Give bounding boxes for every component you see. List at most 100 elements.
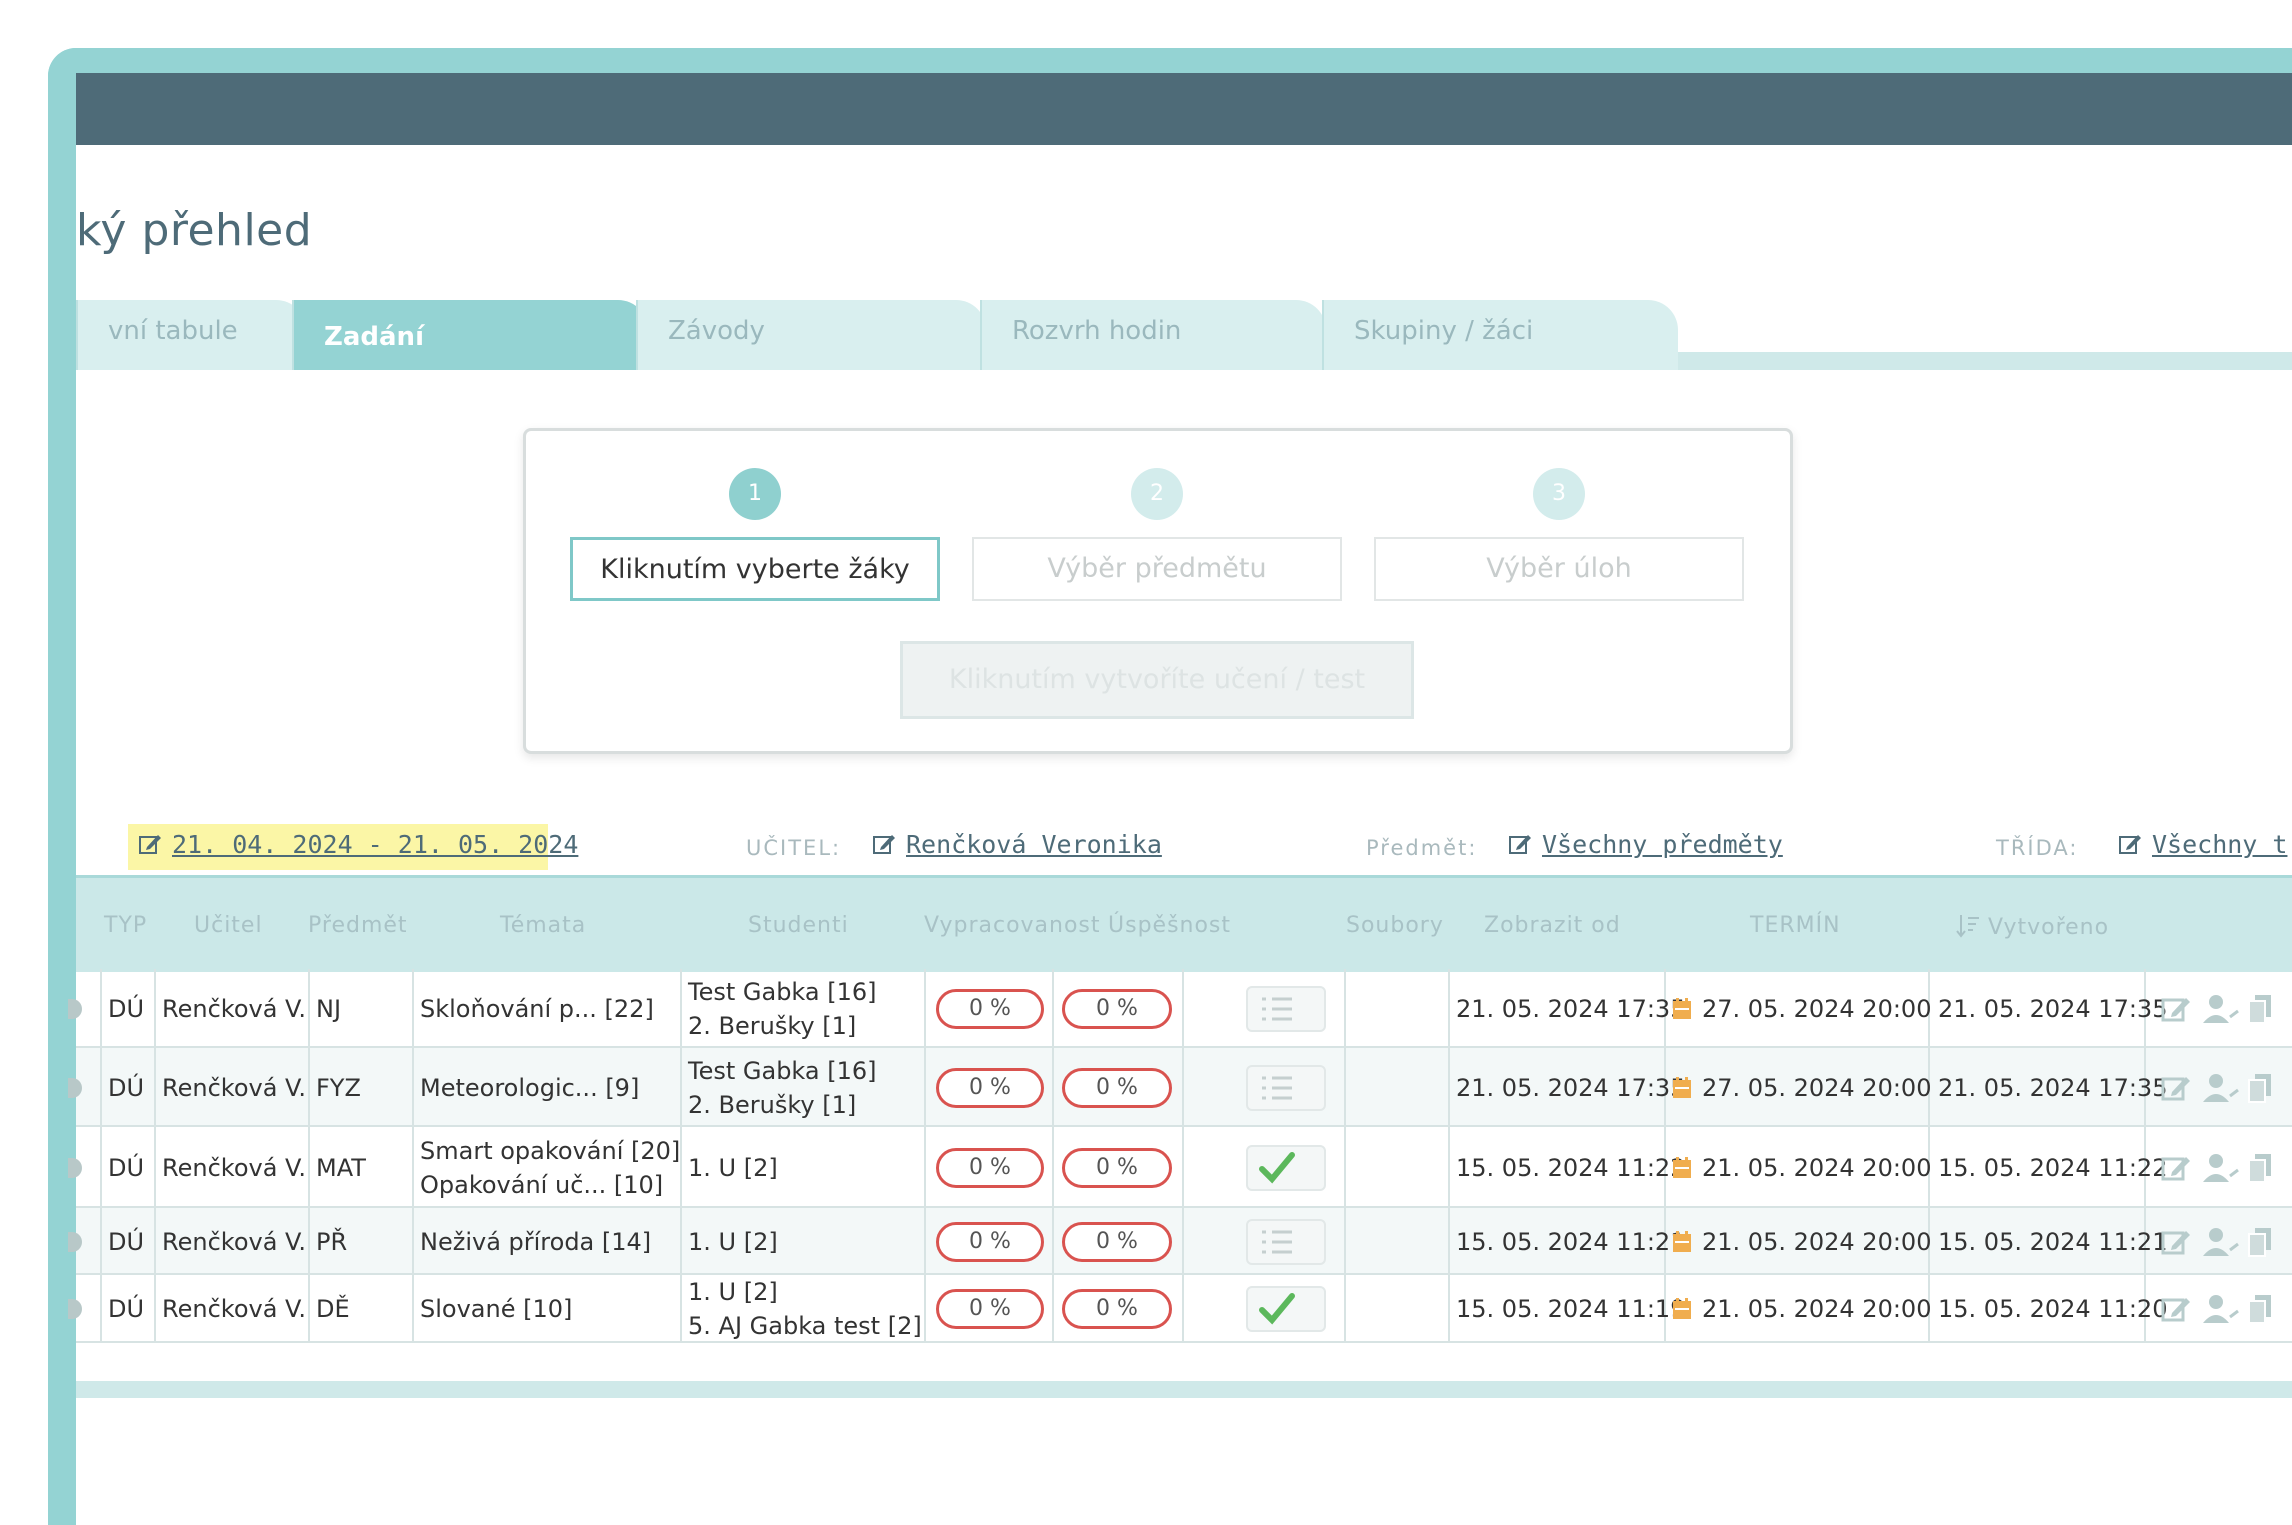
column-divider xyxy=(1344,969,1346,1048)
assign-user-icon[interactable] xyxy=(2200,1226,2240,1258)
column-divider xyxy=(1052,969,1054,1048)
column-divider xyxy=(924,1275,926,1343)
column-divider xyxy=(154,969,156,1048)
column-divider xyxy=(100,969,102,1048)
date-filter[interactable]: 21. 04. 2024 - 21. 05. 2024 xyxy=(138,830,578,859)
row-select-handle[interactable] xyxy=(68,1157,82,1178)
table-row[interactable]: DÚ Renčková V. PŘ Neživá příroda [14] 1. U [… xyxy=(68,1208,2292,1275)
tab-groups[interactable]: Skupiny / žáci xyxy=(1322,300,1678,370)
table-row[interactable]: DÚ Renčková V. DĚ Slované [10] 1. U [2] 5. AJ… xyxy=(68,1275,2292,1343)
header-students[interactable]: Studenti xyxy=(748,913,849,938)
cell-teacher: Renčková V. xyxy=(162,994,306,1023)
subject-filter[interactable]: Všechny předměty xyxy=(1508,830,1783,859)
copy-icon[interactable] xyxy=(2246,1072,2276,1104)
column-divider xyxy=(412,1208,414,1275)
row-actions xyxy=(2160,1293,2276,1331)
cell-deadline: 21. 05. 2024 20:00 xyxy=(1702,1227,1932,1256)
step-1-number: 1 xyxy=(729,468,781,520)
header-type[interactable]: TYP xyxy=(104,913,147,938)
subject-link[interactable]: Všechny předměty xyxy=(1542,830,1783,859)
header-completion[interactable]: Vypracovanost xyxy=(924,913,1101,938)
tab-dashboard[interactable]: vní tabule xyxy=(76,300,306,370)
completion-progress: 0 % xyxy=(936,1067,1044,1108)
select-tasks-button[interactable]: Výběr úloh xyxy=(1374,537,1744,601)
column-divider xyxy=(154,1208,156,1275)
calendar-icon xyxy=(1672,1230,1692,1260)
row-select-handle[interactable] xyxy=(68,1231,82,1252)
teacher-filter[interactable]: Renčková Veronika xyxy=(872,830,1162,859)
class-filter-label: TŘÍDA: xyxy=(1996,836,2079,860)
sort-icon xyxy=(1956,915,1979,938)
task-status-button[interactable] xyxy=(1246,1064,1326,1111)
row-select-handle[interactable] xyxy=(68,998,82,1019)
assign-user-icon[interactable] xyxy=(2200,993,2240,1025)
header-files[interactable]: Soubory xyxy=(1346,913,1444,938)
cell-show-from: 15. 05. 2024 11:22 xyxy=(1456,1153,1686,1182)
teacher-link[interactable]: Renčková Veronika xyxy=(906,830,1162,859)
cell-student-group: 2. Berušky [1] xyxy=(688,1090,857,1119)
select-students-button[interactable]: Kliknutím vyberte žáky xyxy=(570,537,940,601)
column-divider xyxy=(680,1048,682,1127)
header-show-from[interactable]: Zobrazit od xyxy=(1484,913,1621,938)
tab-timetable[interactable]: Rozvrh hodin xyxy=(980,300,1326,370)
edit-icon xyxy=(1509,835,1531,854)
header-subject[interactable]: Předmět xyxy=(308,913,408,938)
assign-user-icon[interactable] xyxy=(2200,1293,2240,1325)
column-divider xyxy=(412,1048,414,1127)
column-divider xyxy=(924,1127,926,1208)
tab-races[interactable]: Závody xyxy=(636,300,986,370)
class-filter[interactable]: Všechny t xyxy=(2118,830,2287,859)
edit-icon[interactable] xyxy=(2160,1226,2194,1258)
edit-icon[interactable] xyxy=(2160,1072,2194,1104)
assign-user-icon[interactable] xyxy=(2200,1072,2240,1104)
row-select-handle[interactable] xyxy=(68,1077,82,1098)
copy-icon[interactable] xyxy=(2246,1293,2276,1325)
header-topics[interactable]: Témata xyxy=(500,913,586,938)
cell-type: DÚ xyxy=(108,1227,145,1256)
create-test-button[interactable]: Kliknutím vytvoříte učení / test xyxy=(900,641,1414,719)
edit-icon[interactable] xyxy=(2160,1152,2194,1184)
cell-created: 21. 05. 2024 17:35 xyxy=(1938,994,2168,1023)
task-status-button[interactable] xyxy=(1246,1286,1326,1332)
column-divider xyxy=(308,1275,310,1343)
cell-topic: Neživá příroda [14] xyxy=(420,1227,652,1256)
select-subject-button[interactable]: Výběr předmětu xyxy=(972,537,1342,601)
list-icon xyxy=(1262,1230,1292,1253)
tab-assignments[interactable]: Zadání xyxy=(292,300,648,370)
row-select-handle[interactable] xyxy=(68,1299,82,1319)
list-icon xyxy=(1262,1076,1292,1099)
column-divider xyxy=(1052,1208,1054,1275)
header-created-label: Vytvořeno xyxy=(1988,915,2110,940)
assign-user-icon[interactable] xyxy=(2200,1152,2240,1184)
calendar-icon xyxy=(1672,1076,1692,1106)
success-progress: 0 % xyxy=(1062,1289,1172,1329)
cell-deadline: 27. 05. 2024 20:00 xyxy=(1702,1073,1932,1102)
cell-type: DÚ xyxy=(108,1153,145,1182)
task-status-button[interactable] xyxy=(1246,1218,1326,1265)
column-divider xyxy=(1182,1208,1184,1275)
column-divider xyxy=(1344,1275,1346,1343)
task-status-button[interactable] xyxy=(1246,985,1326,1032)
header-deadline[interactable]: TERMÍN xyxy=(1750,913,1841,938)
column-divider xyxy=(1182,1127,1184,1208)
completion-progress: 0 % xyxy=(936,988,1044,1029)
column-divider xyxy=(412,1127,414,1208)
row-actions xyxy=(2160,993,2276,1031)
table-row[interactable]: DÚ Renčková V. MAT Smart opakování [20] Opak… xyxy=(68,1127,2292,1208)
copy-icon[interactable] xyxy=(2246,993,2276,1025)
header-success[interactable]: Úspěšnost xyxy=(1108,913,1231,938)
copy-icon[interactable] xyxy=(2246,1226,2276,1258)
table-row[interactable]: DÚ Renčková V. FYZ Meteorologic... [9] Test … xyxy=(68,1048,2292,1127)
column-divider xyxy=(308,1048,310,1127)
edit-icon xyxy=(873,835,895,854)
task-status-button[interactable] xyxy=(1246,1144,1326,1191)
edit-icon[interactable] xyxy=(2160,993,2194,1025)
edit-icon[interactable] xyxy=(2160,1293,2194,1325)
header-created[interactable]: Vytvořeno xyxy=(1956,913,2109,940)
table-row[interactable]: DÚ Renčková V. NJ Skloňování p... [22] Test … xyxy=(68,969,2292,1048)
date-range-link[interactable]: 21. 04. 2024 - 21. 05. 2024 xyxy=(172,830,578,859)
class-link[interactable]: Všechny t xyxy=(2152,830,2287,859)
header-teacher[interactable]: Učitel xyxy=(194,913,263,938)
copy-icon[interactable] xyxy=(2246,1152,2276,1184)
cell-deadline: 21. 05. 2024 20:00 xyxy=(1702,1153,1932,1182)
